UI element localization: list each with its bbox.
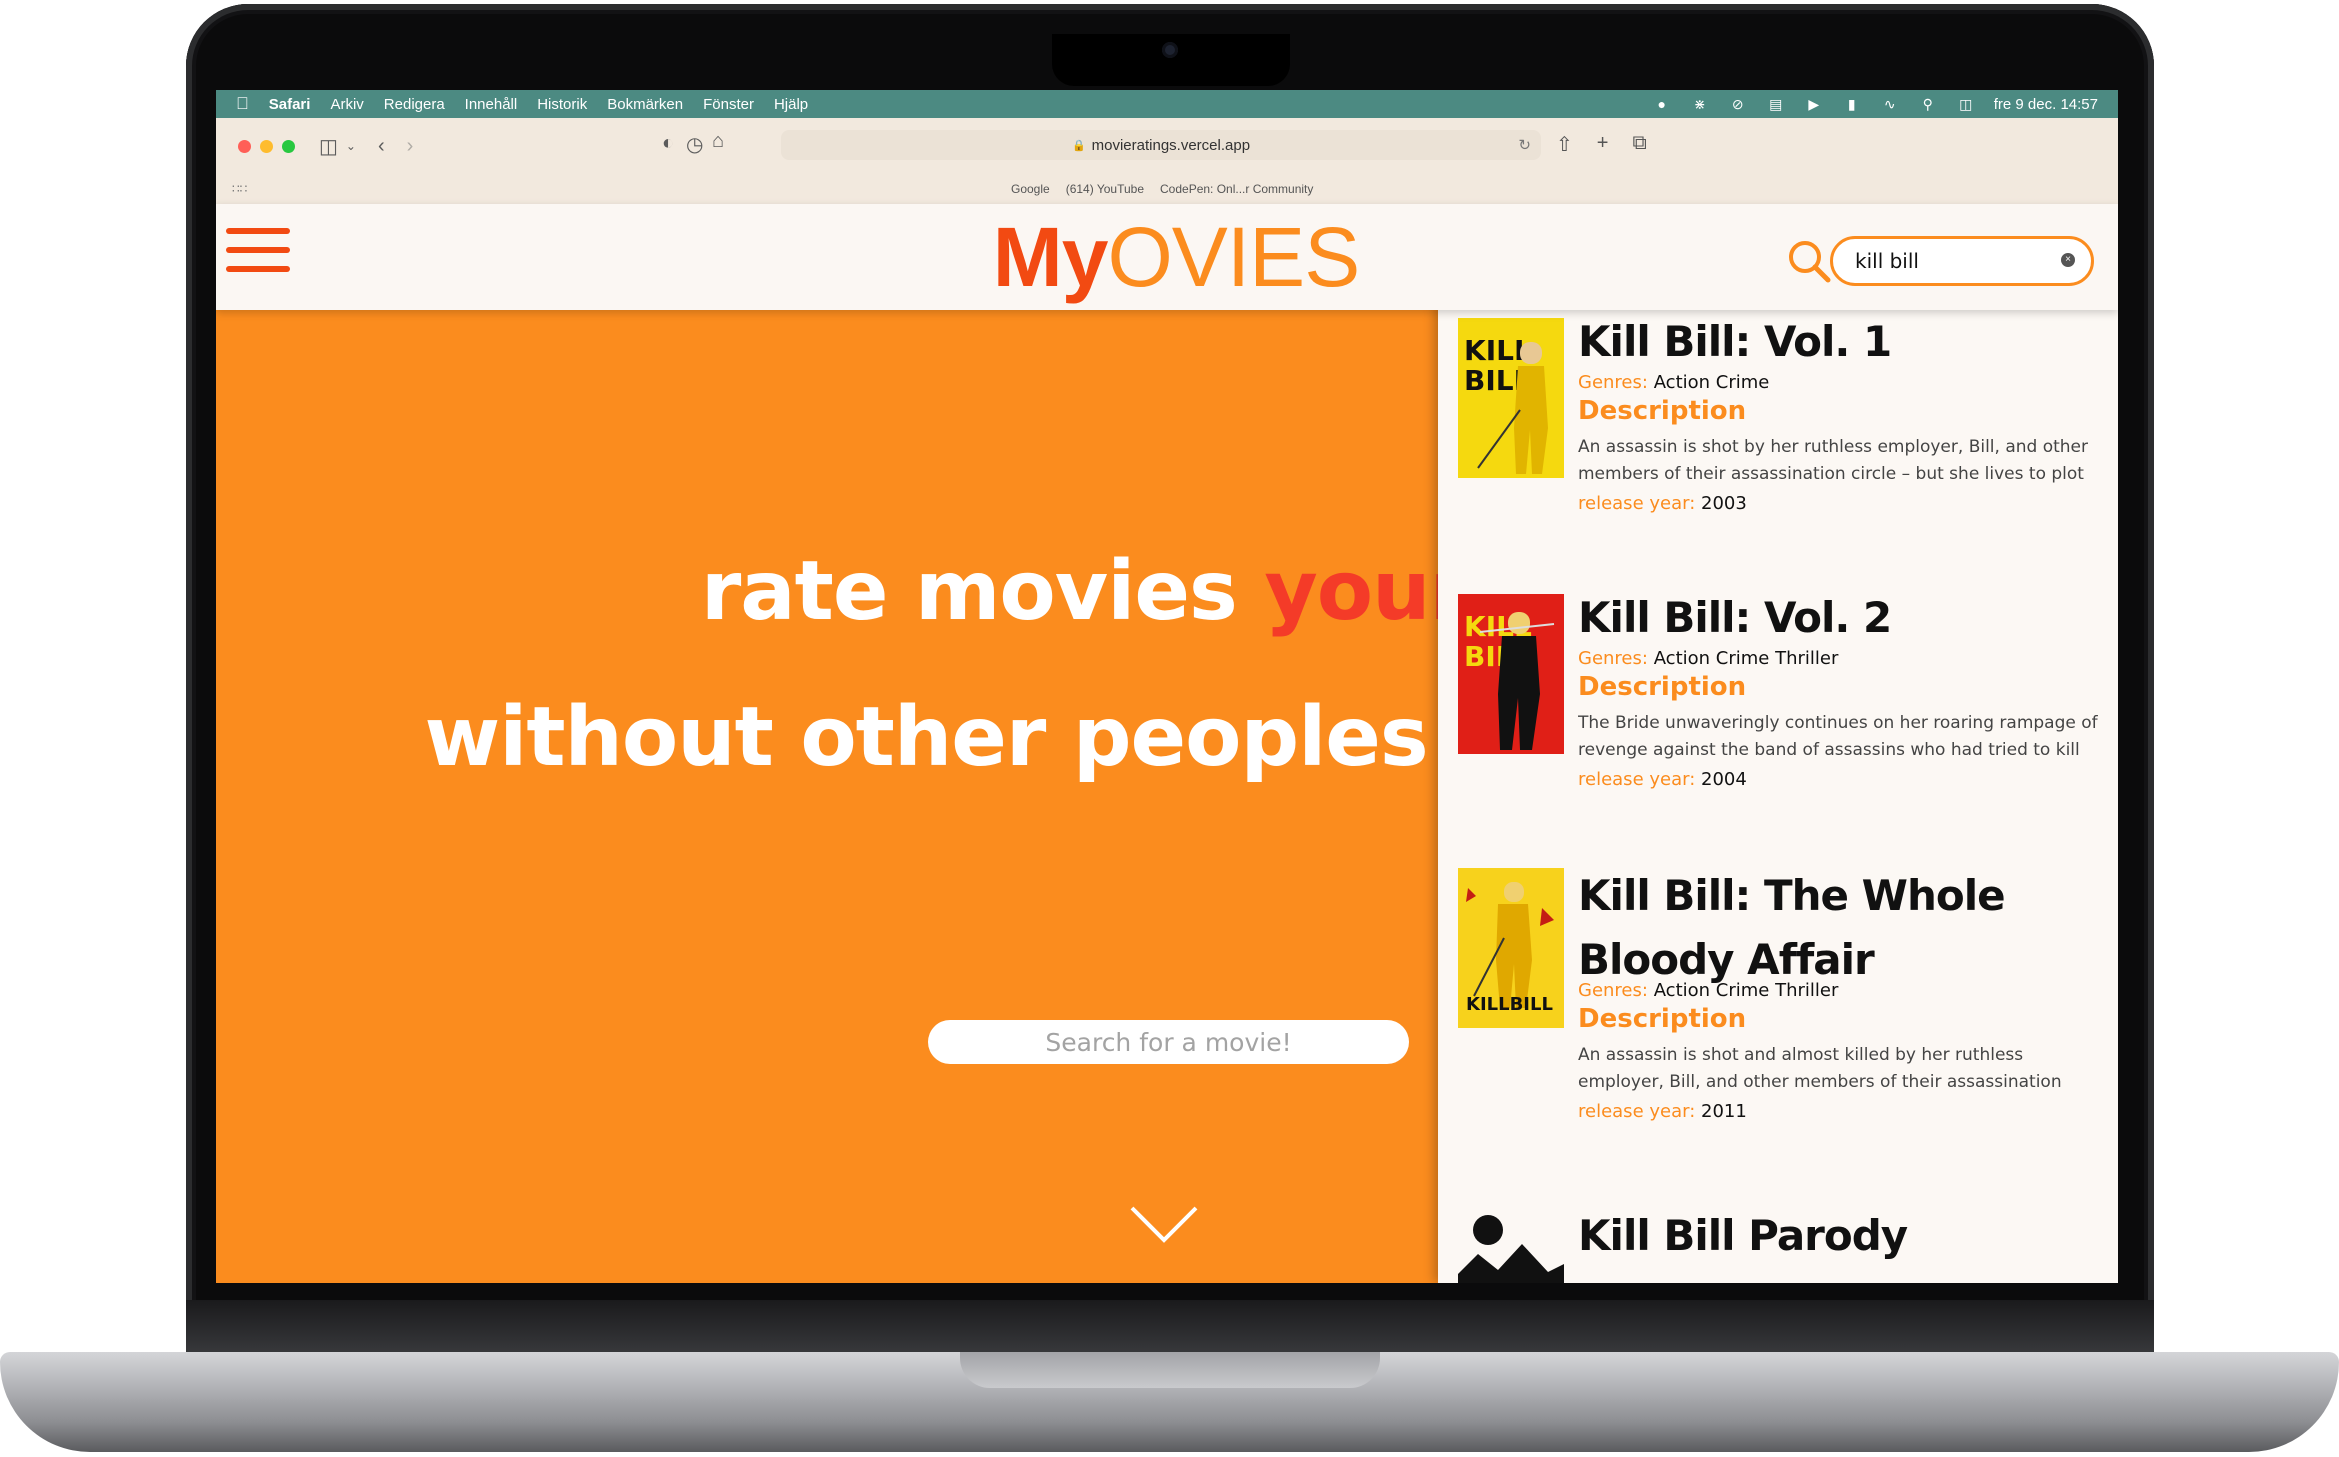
bluetooth-off-icon[interactable]: ⊘ xyxy=(1728,97,1748,111)
favorites-bar: ∷∷ Google (614) YouTube CodePen: Onl...r… xyxy=(216,174,2118,205)
result-release-year: release year: 2003 xyxy=(1578,493,1747,514)
result-release-year: release year: 2004 xyxy=(1578,769,1747,790)
genres-label: Genres: xyxy=(1578,648,1648,669)
logo-ovies: OVIES xyxy=(1107,210,1360,304)
result-title[interactable]: Kill Bill Parody xyxy=(1578,1204,2098,1268)
result-title[interactable]: Kill Bill: Vol. 2 xyxy=(1578,586,2098,650)
close-window-button[interactable] xyxy=(238,139,251,153)
menu-item-redigera[interactable]: Redigera xyxy=(384,96,445,113)
network-icon[interactable]: ⋇ xyxy=(1690,97,1710,111)
forward-icon[interactable]: › xyxy=(407,135,414,158)
result-description: An assassin is shot and almost killed by… xyxy=(1578,1045,2062,1092)
movie-poster[interactable]: KILL BILL xyxy=(1458,318,1564,478)
laptop-opening-notch xyxy=(960,1352,1380,1388)
movie-poster[interactable]: KILL BILL xyxy=(1458,594,1564,754)
home-icon[interactable]: ⌂ xyxy=(712,130,724,153)
favorite-google[interactable]: Google xyxy=(1011,182,1050,196)
window-controls xyxy=(238,139,295,153)
result-genres: Genres: Action Crime Thriller xyxy=(1578,980,1838,1001)
site-header: MyOVIES × xyxy=(216,204,2118,310)
sidebar-icon[interactable]: ◫ xyxy=(319,134,338,159)
site-logo[interactable]: MyOVIES xyxy=(986,212,1366,302)
menubar-clock[interactable]: fre 9 dec. 14:57 xyxy=(1994,96,2098,113)
camera xyxy=(1162,42,1178,58)
screen:  Safari Arkiv Redigera Innehåll Histori… xyxy=(216,90,2118,1283)
release-year-label: release year: xyxy=(1578,769,1696,790)
wifi-icon[interactable]: ∿ xyxy=(1880,97,1900,111)
genres-label: Genres: xyxy=(1578,980,1648,1001)
new-tab-icon[interactable]: + xyxy=(1597,132,1609,157)
back-icon[interactable]: ‹ xyxy=(378,135,385,158)
release-year-label: release year: xyxy=(1578,493,1696,514)
logo-my: My xyxy=(992,210,1109,304)
address-bar[interactable]: 🔒 movieratings.vercel.app ↻ xyxy=(781,130,1541,160)
browser-toolbar: ◫ ⌄ ‹ › ◐ ◷ ⌂ 🔒 movieratings.vercel.app … xyxy=(216,118,2118,174)
result-description: An assassin is shot by her ruthless empl… xyxy=(1578,437,2089,484)
genres-value: Action Crime xyxy=(1653,372,1770,393)
result-title[interactable]: Kill Bill: The Whole Bloody Affair xyxy=(1578,864,2098,992)
menu-item-hjalp[interactable]: Hjälp xyxy=(774,96,808,113)
play-icon[interactable]: ▶ xyxy=(1804,97,1824,111)
menu-item-innehall[interactable]: Innehåll xyxy=(465,96,518,113)
tab-overview-icon[interactable]: ⧉ xyxy=(1632,132,1646,157)
clear-search-icon[interactable]: × xyxy=(2061,253,2075,267)
reload-icon[interactable]: ↻ xyxy=(1518,136,1531,154)
hamburger-menu-icon[interactable] xyxy=(226,226,290,274)
spotlight-icon[interactable]: ⚲ xyxy=(1918,97,1938,111)
result-title[interactable]: Kill Bill: Vol. 1 xyxy=(1578,310,2098,374)
movie-poster[interactable]: KILLBILL xyxy=(1458,868,1564,1028)
laptop-hinge xyxy=(186,1300,2154,1358)
result-description: The Bride unwaveringly continues on her … xyxy=(1578,713,2098,760)
battery-icon[interactable]: ▮ xyxy=(1842,97,1862,111)
header-search-input[interactable] xyxy=(1853,248,2047,274)
share-icon[interactable]: ⇧ xyxy=(1556,132,1573,157)
favorites-grid-icon[interactable]: ∷∷ xyxy=(232,182,247,196)
address-bar-url: movieratings.vercel.app xyxy=(1091,136,1251,154)
movie-poster[interactable] xyxy=(1458,1214,1564,1283)
description-heading: Description xyxy=(1578,396,1747,426)
history-icon[interactable]: ◷ xyxy=(686,132,703,157)
search-icon[interactable] xyxy=(1786,238,1832,284)
menu-item-arkiv[interactable]: Arkiv xyxy=(330,96,363,113)
hero-search-input[interactable] xyxy=(928,1020,1409,1064)
chevron-down-icon[interactable]: ⌄ xyxy=(346,139,356,153)
header-search-box: × xyxy=(1830,236,2094,286)
menu-app-name[interactable]: Safari xyxy=(269,96,311,113)
favorite-youtube[interactable]: (614) YouTube xyxy=(1066,182,1144,196)
result-genres: Genres: Action Crime Thriller xyxy=(1578,648,1838,669)
description-heading: Description xyxy=(1578,672,1747,702)
release-year-value: 2004 xyxy=(1701,769,1747,790)
minimize-window-button[interactable] xyxy=(260,139,273,153)
display-icon[interactable]: ▤ xyxy=(1766,97,1786,111)
zoom-window-button[interactable] xyxy=(282,139,295,153)
menu-item-bokmarken[interactable]: Bokmärken xyxy=(607,96,683,113)
svg-text:KILLBILL: KILLBILL xyxy=(1466,994,1553,1015)
release-year-value: 2003 xyxy=(1701,493,1747,514)
menu-item-historik[interactable]: Historik xyxy=(537,96,587,113)
control-center-icon[interactable]: ◫ xyxy=(1956,97,1976,111)
release-year-label: release year: xyxy=(1578,1101,1696,1122)
hero-headline-white: rate movies xyxy=(700,544,1265,639)
screen-sharing-icon[interactable]: ● xyxy=(1652,97,1672,111)
release-year-value: 2011 xyxy=(1701,1101,1747,1122)
result-genres: Genres: Action Crime xyxy=(1578,372,1769,393)
privacy-shield-icon[interactable]: ◐ xyxy=(662,132,674,155)
favorite-codepen[interactable]: CodePen: Onl...r Community xyxy=(1160,182,1313,196)
search-results-panel[interactable]: KILL BILL Kill Bill: Vol. 1 Genres: Acti… xyxy=(1438,304,2118,1283)
genres-value: Action Crime Thriller xyxy=(1653,980,1839,1001)
description-heading: Description xyxy=(1578,1004,1747,1034)
menu-item-fonster[interactable]: Fönster xyxy=(703,96,754,113)
apple-menu-icon[interactable]:  xyxy=(236,94,249,114)
result-release-year: release year: 2011 xyxy=(1578,1101,1747,1122)
macos-menubar:  Safari Arkiv Redigera Innehåll Histori… xyxy=(216,90,2118,118)
scroll-down-chevron-icon[interactable] xyxy=(1129,1204,1199,1246)
genres-label: Genres: xyxy=(1578,372,1648,393)
genres-value: Action Crime Thriller xyxy=(1653,648,1839,669)
lock-icon: 🔒 xyxy=(1071,139,1086,152)
